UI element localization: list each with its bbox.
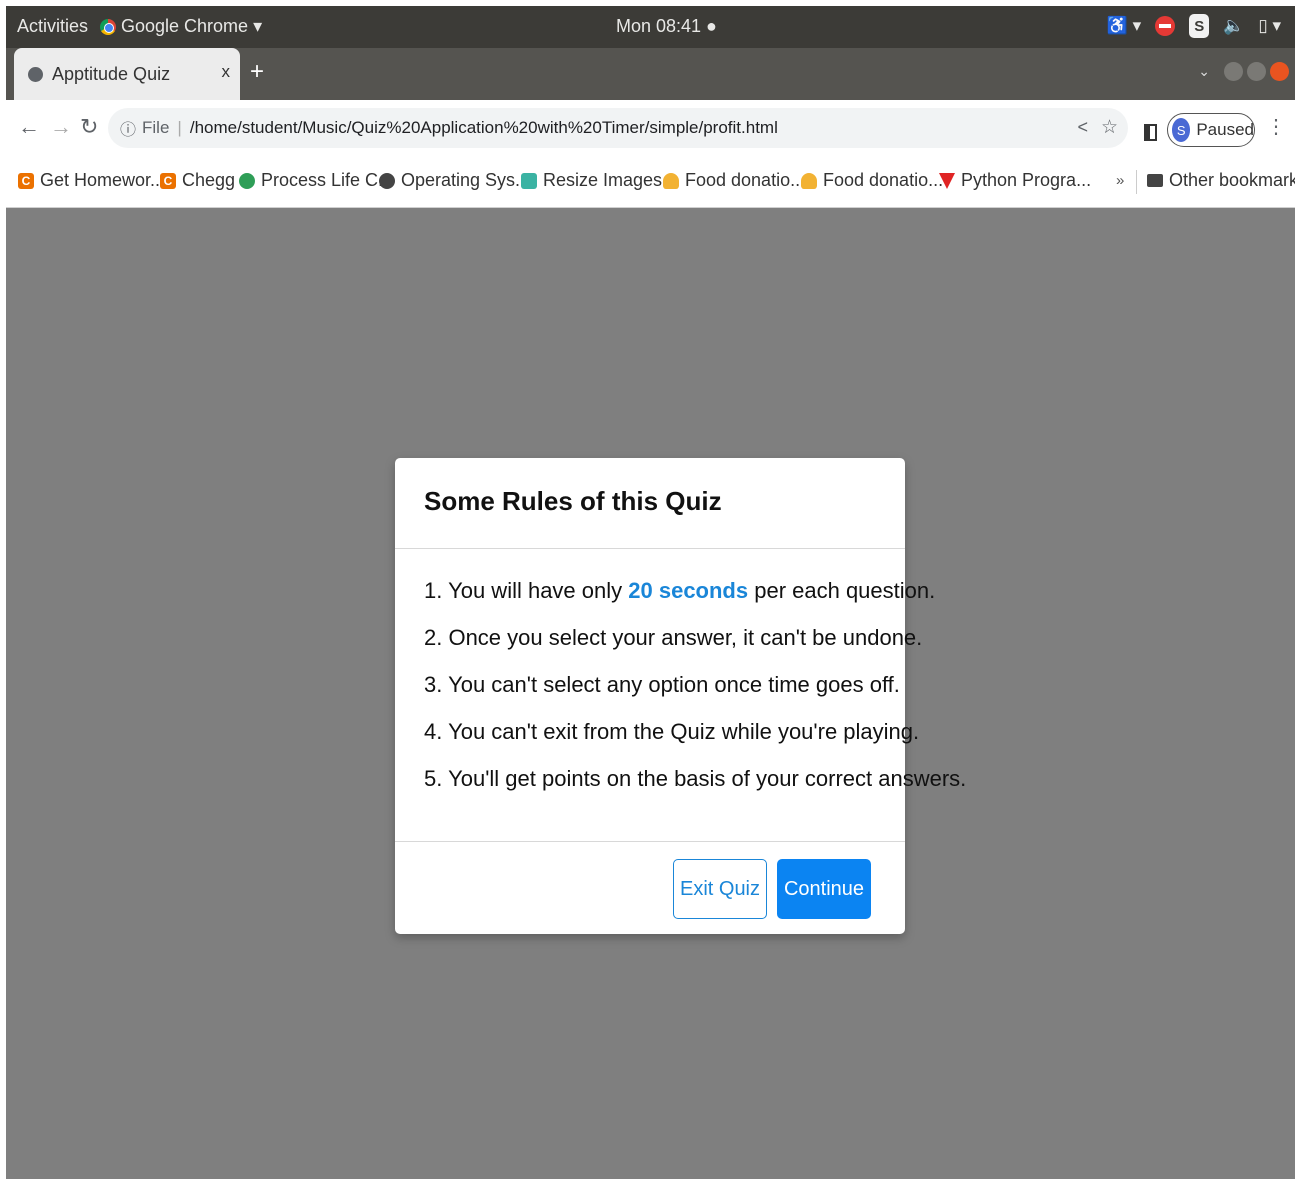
forward-arrow-icon[interactable]: → bbox=[50, 114, 72, 140]
reload-icon[interactable]: ↻ bbox=[80, 114, 98, 140]
browser-toolbar: ← → ↻ ⓘ File | /home/student/Music/Quiz%… bbox=[6, 100, 1295, 156]
python-icon bbox=[939, 172, 955, 189]
profile-button[interactable]: S Paused bbox=[1167, 113, 1255, 147]
rule-item: 3. You can't select any option once time… bbox=[424, 672, 900, 697]
activities-button[interactable]: Activities bbox=[17, 16, 88, 37]
maximize-button[interactable] bbox=[1247, 62, 1266, 81]
bookmark-label: Process Life C... bbox=[261, 170, 394, 190]
system-tray[interactable]: ♿ ▾ S 🔈 ▯ ▾ bbox=[1107, 14, 1281, 38]
tab-search-icon[interactable]: ⌄ bbox=[1198, 63, 1210, 80]
rule-item: 5. You'll get points on the basis of you… bbox=[424, 766, 967, 791]
rule-highlight: 20 seconds bbox=[628, 578, 749, 603]
tab-close-button[interactable]: x bbox=[222, 62, 231, 82]
process-icon bbox=[239, 172, 255, 189]
bookmark-food-donation-1[interactable]: Food donatio... bbox=[663, 170, 805, 191]
new-tab-button[interactable]: + bbox=[250, 58, 264, 86]
rules-list: 1. You will have only 20 seconds per eac… bbox=[395, 549, 967, 842]
volume-icon[interactable]: 🔈 bbox=[1223, 16, 1244, 36]
bookmarks-overflow-button[interactable]: » bbox=[1116, 172, 1124, 189]
bookmark-label: Food donatio... bbox=[685, 170, 806, 190]
avatar: S bbox=[1172, 118, 1191, 142]
other-bookmarks[interactable]: Other bookmarks bbox=[1147, 170, 1295, 191]
rule-item: 2. Once you select your answer, it can't… bbox=[424, 625, 923, 650]
system-top-bar: Activities Google Chrome ▾ Mon 08:41 ● ♿… bbox=[6, 6, 1295, 48]
app-menu[interactable]: Google Chrome ▾ bbox=[100, 16, 262, 37]
chegg-icon: C bbox=[160, 172, 176, 189]
tab-apptitude-quiz[interactable]: Apptitude Quiz x bbox=[14, 48, 240, 100]
resize-icon bbox=[521, 172, 537, 189]
food-icon bbox=[801, 172, 817, 189]
bookmark-label: Python Progra... bbox=[961, 170, 1092, 190]
food-icon bbox=[663, 172, 679, 189]
bookmark-label: Resize Images... bbox=[543, 170, 678, 190]
skype-tray-icon[interactable]: S bbox=[1189, 14, 1210, 38]
bookmark-label: Chegg bbox=[182, 170, 236, 190]
modal-footer: Exit Quiz Continue bbox=[395, 842, 905, 934]
window-controls: ⌄ bbox=[1198, 62, 1289, 81]
back-arrow-icon[interactable]: ← bbox=[18, 114, 40, 140]
chrome-logo-icon bbox=[100, 18, 116, 35]
url-separator: | bbox=[177, 118, 182, 137]
modal-title: Some Rules of this Quiz bbox=[395, 458, 905, 549]
side-panel-icon[interactable] bbox=[1144, 124, 1157, 141]
app-name: Google Chrome ▾ bbox=[121, 16, 263, 36]
bookmark-operating-sys[interactable]: Operating Sys... bbox=[379, 170, 530, 191]
bookmark-process-life[interactable]: Process Life C... bbox=[239, 170, 393, 191]
rule-text: per each question. bbox=[748, 578, 936, 603]
bookmark-get-homework[interactable]: C Get Homewor... bbox=[18, 170, 165, 191]
bookmark-label: Operating Sys... bbox=[401, 170, 531, 190]
accessibility-icon[interactable]: ♿ ▾ bbox=[1107, 16, 1141, 36]
minimize-button[interactable] bbox=[1224, 62, 1243, 81]
clock[interactable]: Mon 08:41 ● bbox=[616, 16, 717, 37]
bookmarks-bar: C Get Homewor... C Chegg Process Life C.… bbox=[6, 156, 1295, 208]
bookmark-resize-images[interactable]: Resize Images... bbox=[521, 170, 677, 191]
bookmark-food-donation-2[interactable]: Food donatio... bbox=[801, 170, 943, 191]
chegg-icon: C bbox=[18, 172, 34, 189]
kebab-menu-icon[interactable]: ⋮ bbox=[1266, 114, 1286, 139]
other-bookmarks-label: Other bookmarks bbox=[1169, 170, 1295, 190]
close-window-button[interactable] bbox=[1270, 62, 1289, 81]
bookmark-label: Food donatio... bbox=[823, 170, 944, 190]
bookmark-python-progra[interactable]: Python Progra... bbox=[939, 170, 1091, 191]
continue-button[interactable]: Continue bbox=[777, 859, 871, 919]
quiz-rules-modal: Some Rules of this Quiz 1. You will have… bbox=[395, 458, 967, 934]
desktop-frame: Activities Google Chrome ▾ Mon 08:41 ● ♿… bbox=[6, 6, 1295, 1179]
exit-quiz-button[interactable]: Exit Quiz bbox=[673, 859, 767, 919]
rule-item: 4. You can't exit from the Quiz while yo… bbox=[424, 719, 920, 744]
folder-icon bbox=[1147, 174, 1163, 187]
share-icon[interactable]: < bbox=[1077, 117, 1088, 138]
bookmark-label: Get Homewor... bbox=[40, 170, 166, 190]
bookmark-chegg[interactable]: C Chegg bbox=[160, 170, 235, 191]
url-text[interactable]: /home/student/Music/Quiz%20Application%2… bbox=[190, 118, 778, 138]
tab-strip: Apptitude Quiz x + ⌄ bbox=[6, 48, 1295, 100]
globe-icon bbox=[379, 172, 395, 189]
scheme-label: File bbox=[142, 118, 170, 137]
info-icon[interactable]: ⓘ bbox=[120, 116, 136, 140]
rule-text: 1. You will have only bbox=[424, 578, 629, 603]
tab-title: Apptitude Quiz bbox=[52, 63, 171, 84]
battery-icon[interactable]: ▯ ▾ bbox=[1258, 16, 1281, 36]
bookmarks-divider bbox=[1136, 170, 1137, 194]
do-not-disturb-icon[interactable] bbox=[1155, 16, 1176, 36]
rule-item: 1. You will have only 20 seconds per eac… bbox=[424, 577, 935, 604]
globe-icon bbox=[28, 66, 43, 82]
profile-status: Paused bbox=[1196, 120, 1254, 139]
address-bar[interactable]: ⓘ File | /home/student/Music/Quiz%20Appl… bbox=[108, 108, 1128, 148]
bookmark-star-icon[interactable]: ☆ bbox=[1101, 116, 1118, 139]
